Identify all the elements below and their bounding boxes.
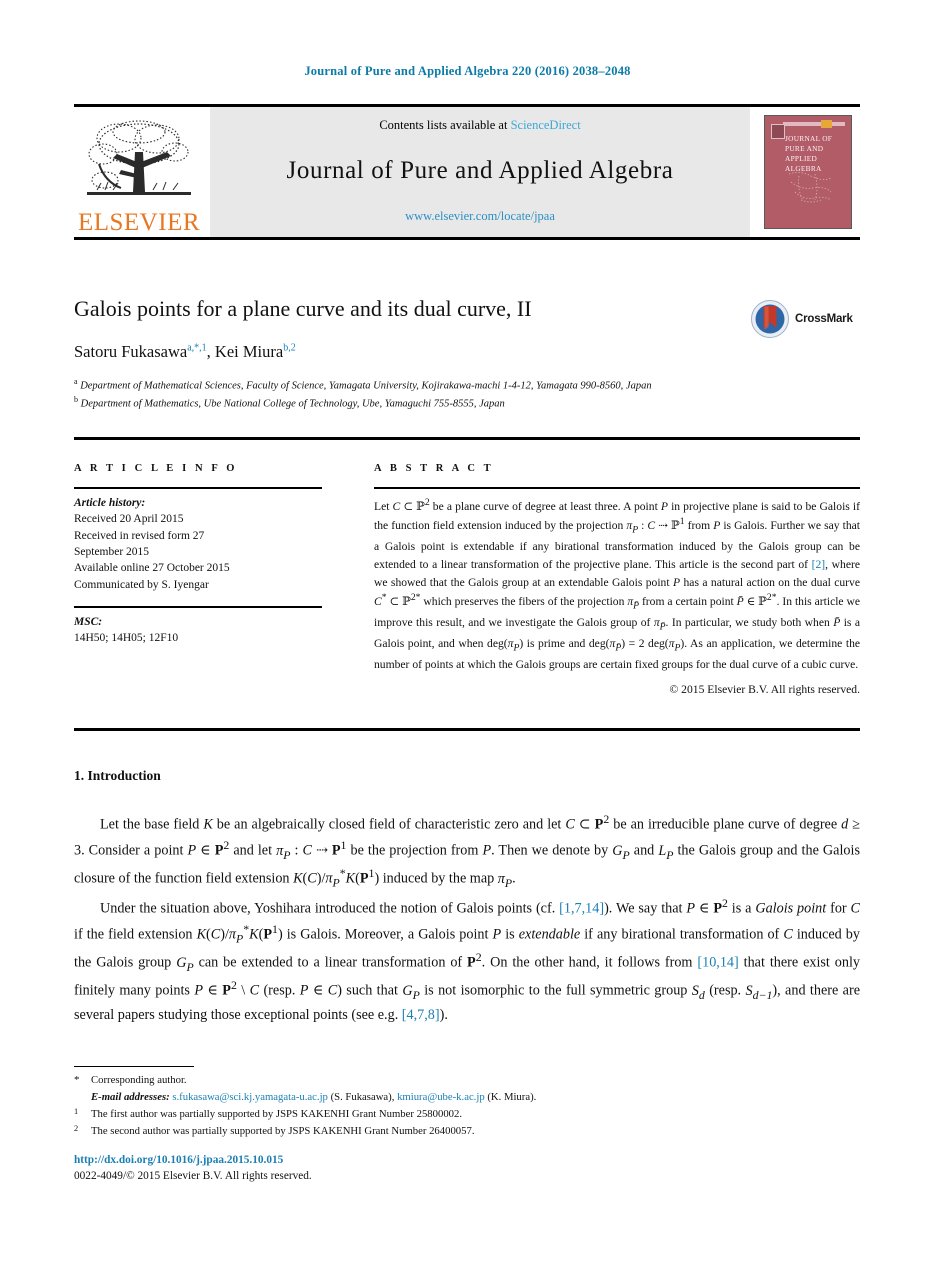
article-history: Article history: Received 20 April 2015 … [74, 495, 322, 593]
footnote-mark: 2 [74, 1124, 79, 1134]
cover-bar-pink [783, 122, 845, 126]
cover-bar-gold [821, 120, 832, 128]
article-body: 1. Introduction Let the base field K be … [74, 768, 860, 1028]
elsevier-tree-icon [87, 120, 191, 195]
doi-link[interactable]: http://dx.doi.org/10.1016/j.jpaa.2015.10… [74, 1152, 574, 1168]
info-block-bottom-rule [74, 728, 860, 731]
article-info-column: A R T I C L E I N F O Article history: R… [74, 463, 322, 647]
masthead-center-panel: Contents lists available at ScienceDirec… [210, 107, 750, 237]
journal-url-link[interactable]: www.elsevier.com/locate/jpaa [405, 209, 555, 224]
title-block: Galois points for a plane curve and its … [74, 296, 860, 411]
page-title: Galois points for a plane curve and its … [74, 296, 532, 321]
history-line: Received 20 April 2015 [74, 513, 184, 526]
abstract-heading: A B S T R A C T [374, 463, 494, 474]
contents-prefix: Contents lists available at [379, 118, 511, 132]
footnote-mark: * [74, 1074, 80, 1086]
cover-artwork-icon [788, 171, 832, 203]
footnote-rule [74, 1066, 194, 1067]
footnote-item: E-mail addresses: s.fukasawa@sci.kj.yama… [74, 1089, 860, 1106]
footnote-text: The first author was partially supported… [91, 1107, 463, 1120]
info-block-top-rule [74, 437, 860, 440]
elsevier-wordmark: ELSEVIER [77, 209, 201, 236]
history-line: Communicated by S. Iyengar [74, 578, 209, 591]
article-page: Journal of Pure and Applied Algebra 220 … [0, 0, 935, 1266]
article-info-heading: A R T I C L E I N F O [74, 463, 238, 474]
contents-lists-line: Contents lists available at ScienceDirec… [379, 118, 580, 133]
footnote-item: 2 The second author was partially suppor… [74, 1123, 860, 1141]
history-line: Received in revised form 27 [74, 529, 205, 542]
section-heading-introduction: 1. Introduction [74, 768, 161, 783]
body-paragraph: Under the situation above, Yoshihara int… [74, 895, 860, 1023]
affiliation-b-mark: b [74, 394, 78, 404]
affiliations: a Department of Mathematical Sciences, F… [74, 376, 860, 411]
footer-block: http://dx.doi.org/10.1016/j.jpaa.2015.10… [74, 1152, 574, 1185]
affiliation-a-text: Department of Mathematical Sciences, Fac… [80, 380, 652, 392]
crossmark-icon [751, 300, 789, 338]
crossmark-label: CrossMark [795, 313, 853, 325]
cover-elsevier-mark-icon [771, 124, 785, 139]
abstract-column: A B S T R A C T Let C ⊂ ℙ2 be a plane cu… [374, 463, 860, 696]
abstract-body: Let C ⊂ ℙ2 be a plane curve of degree at… [374, 497, 861, 672]
elsevier-logo: ELSEVIER [74, 107, 204, 237]
footnote-item: 1 The first author was partially support… [74, 1106, 860, 1124]
issn-copyright-line: 0022-4049/© 2015 Elsevier B.V. All right… [74, 1170, 312, 1183]
affiliation-b-text: Department of Mathematics, Ube National … [80, 398, 505, 410]
footnote-list: * Corresponding author. E-mail addresses… [74, 1072, 860, 1141]
footnote-item: * Corresponding author. [74, 1072, 860, 1089]
author-list: Satoru Fukasawaa,*,1, Kei Miurab,2 [74, 341, 296, 361]
crossmark-badge[interactable]: CrossMark [750, 297, 860, 341]
affiliation-a-mark: a [74, 376, 78, 386]
article-info-divider [74, 487, 322, 489]
sciencedirect-link[interactable]: ScienceDirect [511, 118, 581, 132]
footnote-text: The second author was partially supporte… [91, 1125, 475, 1138]
footnote-mark: 1 [74, 1106, 79, 1116]
journal-title: Journal of Pure and Applied Algebra [286, 157, 674, 184]
body-paragraph: Let the base field K be an algebraically… [74, 812, 860, 890]
msc-block: MSC: 14H50; 14H05; 12F10 [74, 614, 322, 647]
footnote-mark [74, 1089, 91, 1106]
msc-label: MSC: [74, 615, 103, 628]
affiliation-b: b Department of Mathematics, Ube Nationa… [74, 394, 860, 412]
footnote-email-text[interactable]: E-mail addresses: s.fukasawa@sci.kj.yama… [91, 1089, 860, 1106]
footnote-text: Corresponding author. [91, 1074, 187, 1086]
history-line: Available online 27 October 2015 [74, 562, 230, 575]
msc-value: 14H50; 14H05; 12F10 [74, 632, 179, 645]
journal-masthead: ELSEVIER Contents lists available at Sci… [74, 104, 860, 240]
running-head: Journal of Pure and Applied Algebra 220 … [304, 64, 631, 78]
affiliation-a: a Department of Mathematical Sciences, F… [74, 376, 860, 394]
msc-divider [74, 605, 322, 608]
journal-cover-thumbnail: JOURNAL OF PURE AND APPLIED ALGEBRA [756, 107, 860, 237]
history-line: September 2015 [74, 545, 150, 558]
abstract-divider [374, 487, 860, 489]
article-history-label: Article history: [74, 497, 146, 509]
abstract-copyright: © 2015 Elsevier B.V. All rights reserved… [669, 682, 860, 696]
